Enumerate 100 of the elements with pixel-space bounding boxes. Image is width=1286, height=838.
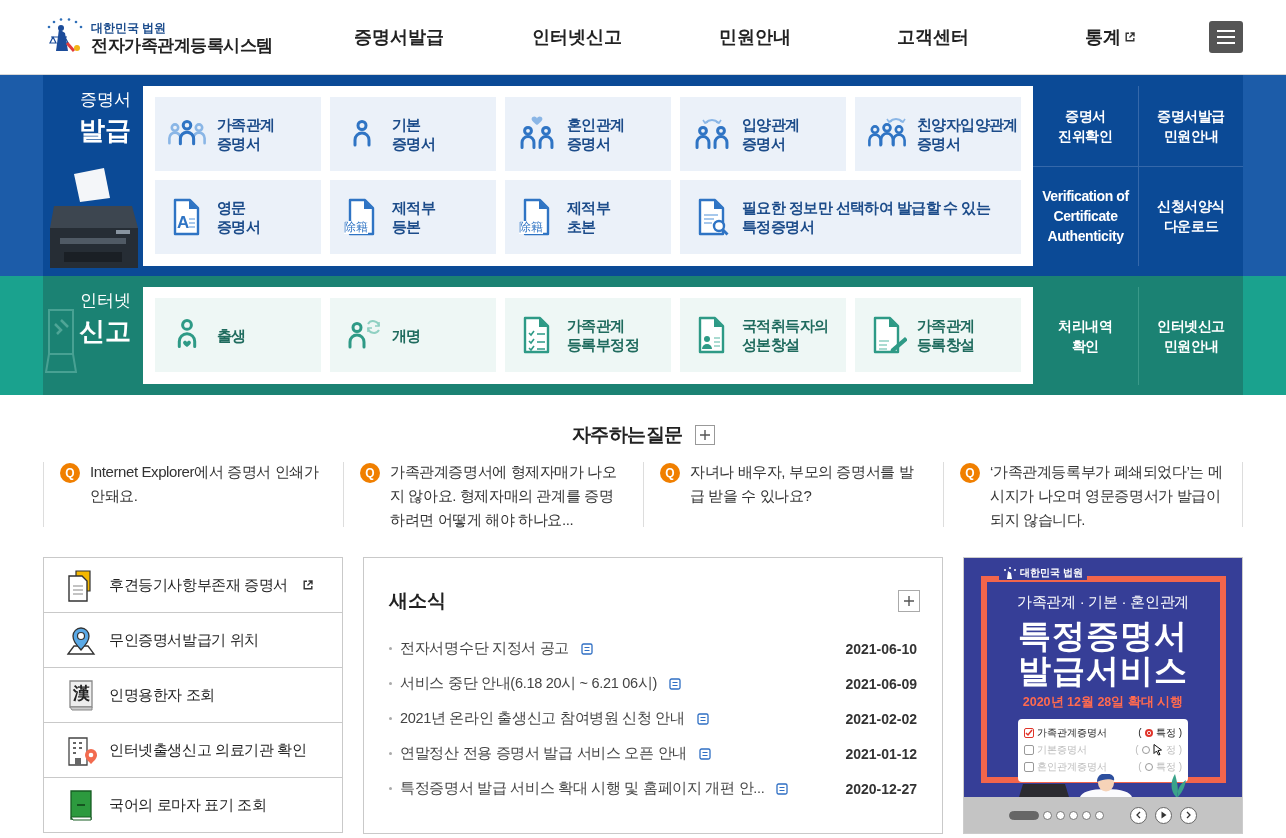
service-tile[interactable]: 除籍 제적부 등본 <box>330 180 496 254</box>
promo-banner[interactable]: 대한민국 법원 가족관계 · 기본 · 혼인관계 특정증명서 발급서비스 2020년 12월 28일 확대 시행 가족관계증명서 ( 특정 ) 기본증명서 ( 정 ) 혼인관계증명서 ( 특정 ) <box>964 558 1242 797</box>
news-date: 2021-06-09 <box>845 675 917 692</box>
news-link[interactable]: 2021년 온라인 출생신고 참여병원 신청 안내 <box>400 709 685 728</box>
news-link[interactable]: 서비스 중단 안내(6.18 20시 ~ 6.21 06시) <box>400 674 657 693</box>
plus-icon <box>699 430 710 440</box>
more-button[interactable] <box>694 425 715 445</box>
icon-glyph: 漢 <box>73 682 90 705</box>
service-tile[interactable]: 기본 증명서 <box>330 97 496 171</box>
section-heading: 새소식 <box>389 589 446 613</box>
menu-button[interactable] <box>1209 21 1243 53</box>
quick-service-link[interactable]: 증명서발급 민원안내 <box>1138 86 1243 166</box>
quick-service-link[interactable]: 신청서양식 다운로드 <box>1138 165 1243 266</box>
quick-link[interactable]: 국어의 로마자 표기 조회 <box>44 777 342 832</box>
banner-subtitle: 가족관계 · 기본 · 혼인관계 <box>1016 593 1190 612</box>
icon-glyph: 除籍 <box>519 221 543 234</box>
news-link[interactable]: 특정증명서 발급 서비스 확대 시행 및 홈페이지 개편 안... <box>400 779 765 798</box>
play-button[interactable] <box>1155 806 1172 824</box>
news-date: 2020-12-27 <box>845 780 917 797</box>
quick-link[interactable]: 후견등기사항부존재 증명서 <box>44 558 342 612</box>
slide-dot[interactable] <box>1095 810 1104 820</box>
org-name: 대한민국 법원 <box>91 20 168 37</box>
quick-service-link[interactable]: Verification of Certificate Authenticity <box>1033 165 1138 266</box>
bullet-dot <box>389 682 392 685</box>
section-title: 증명서 발급 <box>79 89 132 147</box>
service-tile[interactable]: 혼인관계 증명서 <box>505 97 671 171</box>
service-tile[interactable]: 가족관계 등록부정정 <box>505 298 671 372</box>
plus-icon <box>904 596 914 606</box>
menu-icon <box>1217 30 1236 44</box>
option-label: 특정 <box>1155 759 1176 774</box>
question-badge: Q <box>360 463 380 483</box>
icon-glyph: A <box>177 216 190 229</box>
news-link[interactable]: 연말정산 전용 증명서 발급 서비스 오픈 안내 <box>400 744 687 763</box>
document-icon <box>699 747 711 760</box>
nav-link[interactable]: 고객센터 <box>896 25 969 49</box>
news-date: 2021-02-02 <box>845 710 917 727</box>
option-label: 혼인관계증명서 <box>1037 759 1107 774</box>
quick-service-link[interactable]: 증명서 진위확인 <box>1033 86 1138 166</box>
service-tile[interactable]: 출생 <box>155 298 321 372</box>
option-label: 특정 <box>1155 725 1176 740</box>
faq-link[interactable]: Internet Explorer에서 증명서 인쇄가 안돼요. <box>90 460 325 508</box>
previous-icon <box>1135 811 1142 819</box>
service-tile[interactable]: 국적취득자의 성본창설 <box>680 298 846 372</box>
next-icon <box>1185 811 1192 819</box>
slide-dot[interactable] <box>1082 810 1091 820</box>
nav-link[interactable]: 증명서발급 <box>353 25 444 49</box>
slide-dot[interactable] <box>1069 810 1078 820</box>
document-icon <box>776 782 789 795</box>
nav-link[interactable]: 통계 <box>1085 25 1136 49</box>
bracket: ( <box>1138 761 1142 772</box>
section-heading: 자주하는질문 <box>571 423 683 447</box>
question-badge: Q <box>660 463 680 483</box>
nav-link[interactable]: 인터넷신고 <box>531 25 622 49</box>
option-label: 기본증명서 <box>1037 742 1087 757</box>
service-tile[interactable]: 가족관계 등록창설 <box>855 298 1021 372</box>
news-date: 2021-01-12 <box>845 745 917 762</box>
emblem-logo <box>1003 567 1018 579</box>
site-title: 전자가족관계등록시스템 <box>91 37 273 55</box>
news-date: 2021-06-10 <box>845 640 917 657</box>
faq-link[interactable]: ‘가족관계등록부가 폐쇄되었다’는 메시지가 나오며 영문증명서가 발급이 되지 않습니다. <box>990 460 1224 532</box>
service-tile[interactable]: 필요한 정보만 선택하여 발급할 수 있는 특정증명서 <box>680 180 1021 254</box>
document-icon <box>696 712 709 725</box>
next-button[interactable] <box>1180 806 1197 824</box>
bullet-dot <box>389 752 392 755</box>
news-link[interactable]: 전자서명수단 지정서 공고 <box>400 639 570 658</box>
quick-link[interactable]: 漢 인명용한자 조회 <box>44 667 342 722</box>
bracket: ( <box>1135 744 1139 755</box>
slide-dot[interactable] <box>1043 810 1052 820</box>
option-label: 정 <box>1165 742 1176 757</box>
service-tile[interactable]: 除籍 제적부 초본 <box>505 180 671 254</box>
document-icon <box>669 677 681 690</box>
bullet-dot <box>389 717 392 720</box>
more-button[interactable] <box>898 590 920 612</box>
service-tile[interactable]: 가족관계 증명서 <box>155 97 321 171</box>
play-icon <box>1160 811 1167 819</box>
slide-dot[interactable] <box>1056 810 1065 820</box>
cursor-icon <box>1152 743 1163 756</box>
bracket: ) <box>1178 761 1182 772</box>
quick-link[interactable]: 무인증명서발급기 위치 <box>44 612 342 667</box>
faq-link[interactable]: 자녀나 배우자, 부모의 증명서를 발급 받을 수 있나요? <box>690 460 925 508</box>
icon-glyph: 除籍 <box>344 221 368 234</box>
bracket: ( <box>1138 727 1142 738</box>
banner-headline: 특정증명서 발급서비스 <box>1017 618 1189 688</box>
faq-link[interactable]: 가족관계증명서에 형제자매가 나오지 않아요. 형제자매의 관계를 증명하려면 어떻게 해야 하나요... <box>390 460 625 532</box>
banner-org: 대한민국 법원 <box>999 566 1087 580</box>
quick-service-link[interactable]: 인터넷신고 민원안내 <box>1138 287 1243 385</box>
previous-button[interactable] <box>1130 806 1147 824</box>
document-icon <box>581 642 594 655</box>
service-tile[interactable]: 입양관계 증명서 <box>680 97 846 171</box>
service-tile[interactable]: A 영문 증명서 <box>155 180 321 254</box>
bracket: ) <box>1178 744 1182 755</box>
question-badge: Q <box>960 463 980 483</box>
quick-link[interactable]: 인터넷출생신고 의료기관 확인 <box>44 722 342 777</box>
quick-service-link[interactable]: 처리내역 확인 <box>1033 287 1138 385</box>
service-tile[interactable]: 개명 <box>330 298 496 372</box>
nav-link[interactable]: 민원안내 <box>718 25 791 49</box>
bullet-dot <box>389 647 392 650</box>
service-tile[interactable]: 친양자입양관계 증명서 <box>855 97 1021 171</box>
bullet-dot <box>389 787 392 790</box>
bracket: ) <box>1178 727 1182 738</box>
